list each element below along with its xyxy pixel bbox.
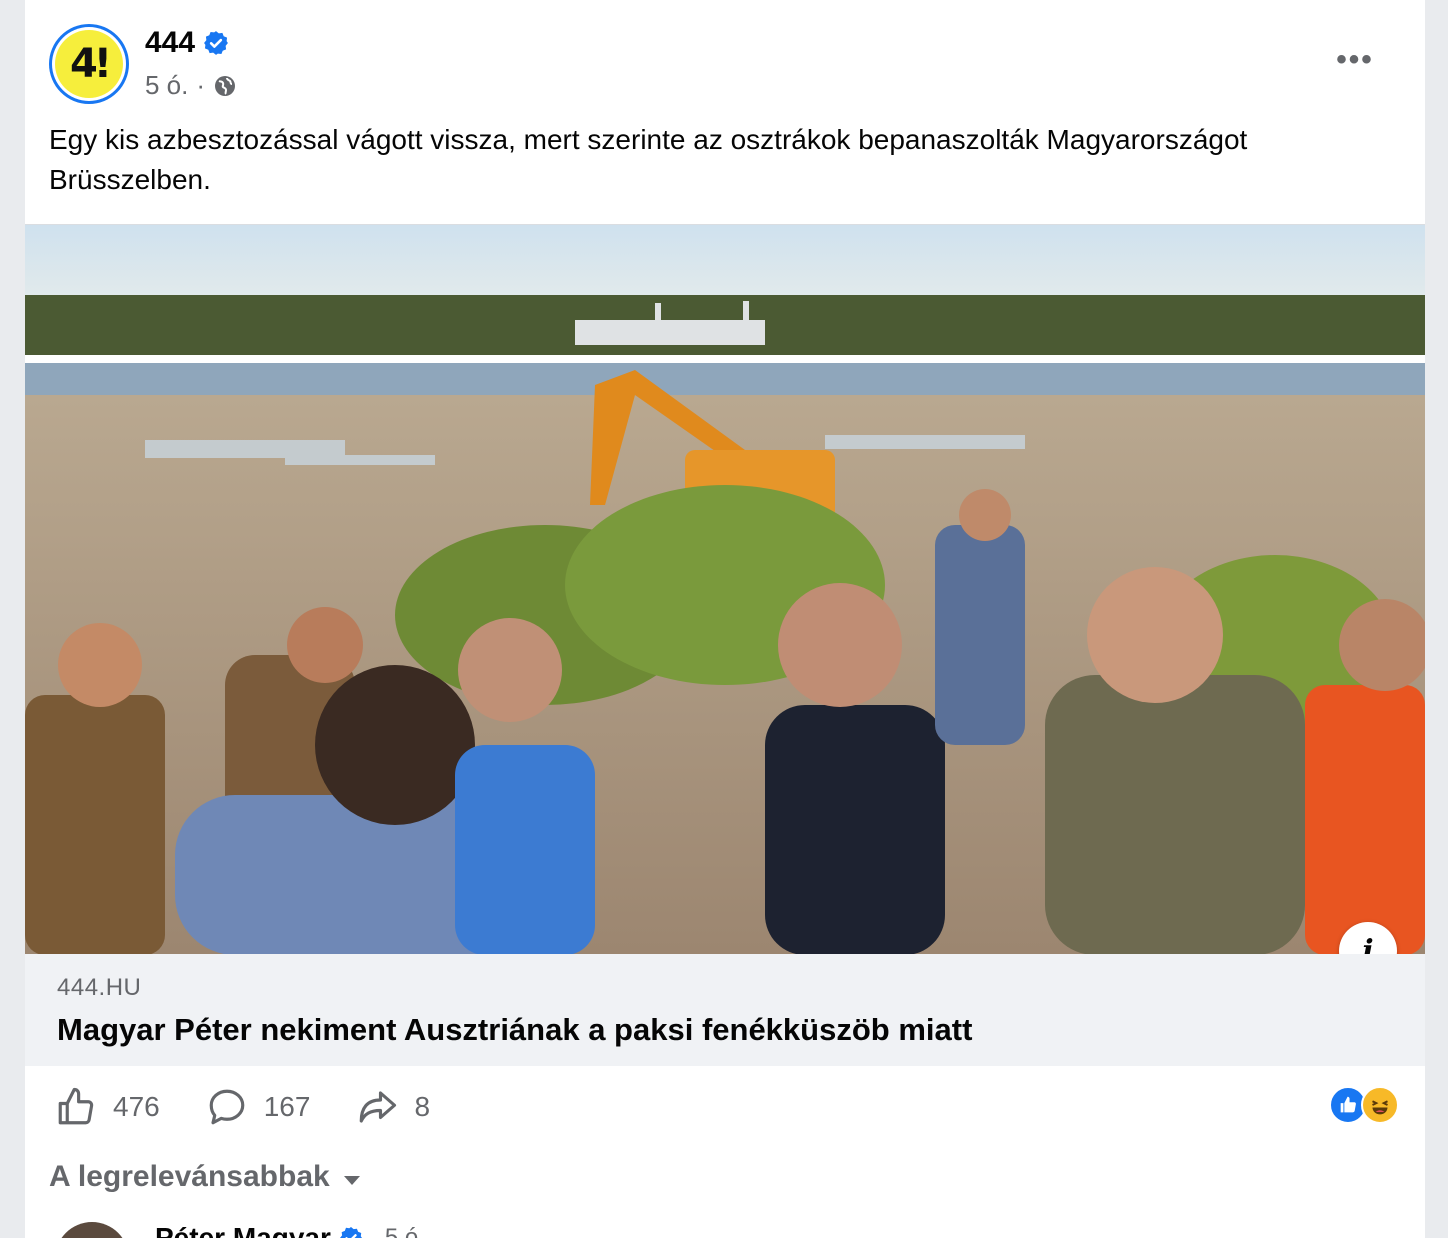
reaction-summary[interactable] — [1329, 1086, 1399, 1124]
logo-444: 4! — [55, 30, 123, 98]
share-count: 8 — [414, 1091, 431, 1122]
author-name-row: 444 — [145, 26, 229, 60]
more-options-button[interactable]: ••• — [1335, 42, 1375, 78]
comment-sort-dropdown[interactable]: A legrelevánsabbak — [49, 1160, 360, 1194]
more-options-icon: ••• — [1336, 43, 1374, 76]
verified-badge-icon — [339, 1227, 362, 1238]
comment-count: 167 — [263, 1091, 311, 1122]
caret-down-icon — [343, 1175, 360, 1185]
link-title[interactable]: Magyar Péter nekiment Ausztriának a paks… — [57, 1012, 972, 1048]
like-count: 476 — [113, 1091, 160, 1122]
share-button[interactable]: 8 — [356, 1086, 430, 1128]
comment-bubble-icon — [209, 1089, 245, 1125]
meta-separator: · — [196, 70, 206, 100]
photo-scene — [25, 225, 1425, 954]
post-meta: 5 ó. · — [145, 70, 237, 101]
link-domain: 444.HU — [57, 974, 142, 1001]
author-avatar[interactable]: 4! — [49, 24, 129, 104]
verified-badge-icon — [204, 31, 228, 55]
post-actions: 476 167 8 — [55, 1082, 476, 1132]
commenter-name[interactable]: Péter Magyar — [155, 1222, 331, 1238]
globe-icon — [215, 75, 236, 96]
haha-reaction-icon — [1361, 1086, 1399, 1124]
comment-header: Péter Magyar 5 ó. — [155, 1222, 425, 1238]
link-preview[interactable]: 444.HU Magyar Péter nekiment Ausztriának… — [25, 954, 1425, 1066]
link-preview-image[interactable] — [25, 224, 1425, 954]
post-text: Egy kis azbesztozással vágott vissza, me… — [49, 124, 1248, 195]
share-arrow-icon — [360, 1091, 397, 1123]
comment-sort-label: A legrelevánsabbak — [49, 1160, 330, 1193]
post-card: 4! 444 5 ó. · ••• Egy kis azbesztozással… — [25, 0, 1425, 1238]
like-button[interactable]: 476 — [55, 1086, 160, 1128]
thumbs-up-icon — [58, 1087, 94, 1125]
comment-button[interactable]: 167 — [206, 1086, 311, 1128]
comment-time[interactable]: 5 ó. — [385, 1224, 425, 1238]
post-time[interactable]: 5 ó. — [145, 70, 188, 101]
commenter-avatar[interactable] — [55, 1222, 129, 1238]
author-name[interactable]: 444 — [145, 26, 195, 60]
